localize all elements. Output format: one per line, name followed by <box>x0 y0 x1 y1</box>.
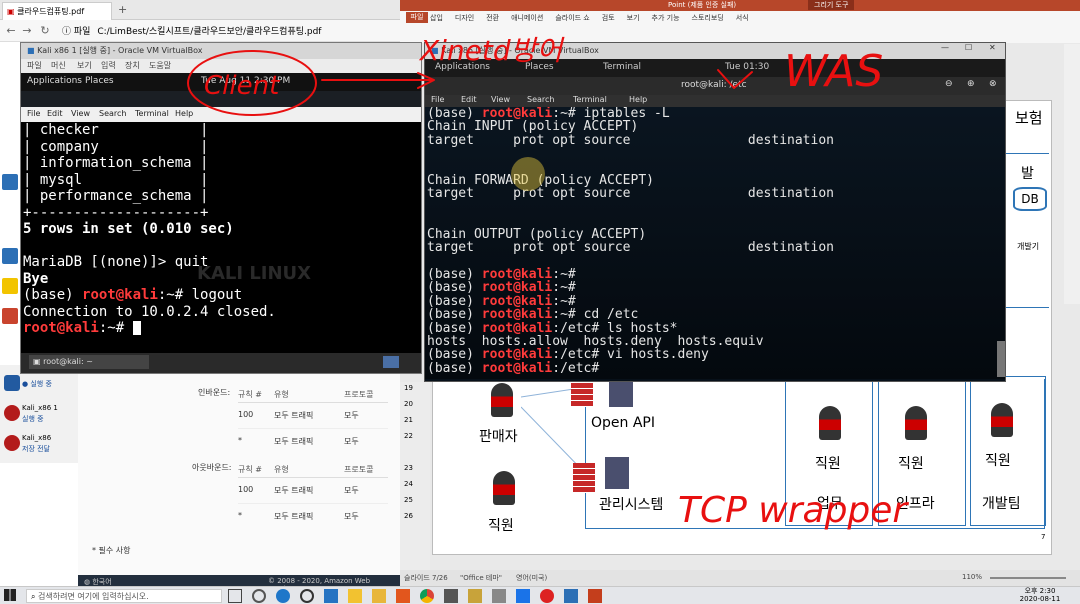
app-icon[interactable] <box>444 589 458 603</box>
annotation-xinetd: Xinetd방어 <box>418 34 565 67</box>
annotation-was: WAS <box>784 46 883 97</box>
annotation-layer: Client Xinetd방어 WAS TCP wrapper <box>187 34 909 531</box>
explorer-icon[interactable] <box>372 589 386 603</box>
windows-taskbar: ⌕ 검색하려면 여기에 입력하십시오. 오후 2:30 2020-08-11 <box>0 586 1080 604</box>
search-placeholder: 검색하려면 여기에 입력하십시오. <box>38 592 149 601</box>
annotation-client: Client <box>204 71 280 101</box>
chrome-icon[interactable] <box>420 589 434 603</box>
office-icon[interactable] <box>396 589 410 603</box>
clock-time: 오후 2:30 <box>1024 587 1056 595</box>
app-icon[interactable] <box>492 589 506 603</box>
app-icon[interactable] <box>468 589 482 603</box>
settings-icon[interactable] <box>252 589 266 603</box>
task-view-icon[interactable] <box>228 589 242 603</box>
annotation-tcp-wrapper: TCP wrapper <box>678 490 909 531</box>
windows-icon <box>4 589 16 601</box>
powerpoint-icon[interactable] <box>588 589 602 603</box>
edge-icon[interactable] <box>276 589 290 603</box>
was-squiggle <box>717 69 753 89</box>
clock-date: 2020-08-11 <box>1019 595 1061 603</box>
app-icon[interactable] <box>516 589 530 603</box>
arrow-to-vm2 <box>321 72 435 89</box>
taskbar-apps <box>228 589 602 603</box>
start-button[interactable] <box>4 589 18 603</box>
search-app-icon[interactable] <box>300 589 314 603</box>
taskbar-search-field[interactable]: ⌕ 검색하려면 여기에 입력하십시오. <box>26 589 222 603</box>
mail-icon[interactable] <box>324 589 338 603</box>
record-icon[interactable] <box>540 589 554 603</box>
search-icon: ⌕ <box>31 592 39 601</box>
taskbar-clock[interactable]: 오후 2:30 2020-08-11 <box>1010 587 1070 603</box>
folder-icon[interactable] <box>348 589 362 603</box>
virtualbox-icon[interactable] <box>564 589 578 603</box>
